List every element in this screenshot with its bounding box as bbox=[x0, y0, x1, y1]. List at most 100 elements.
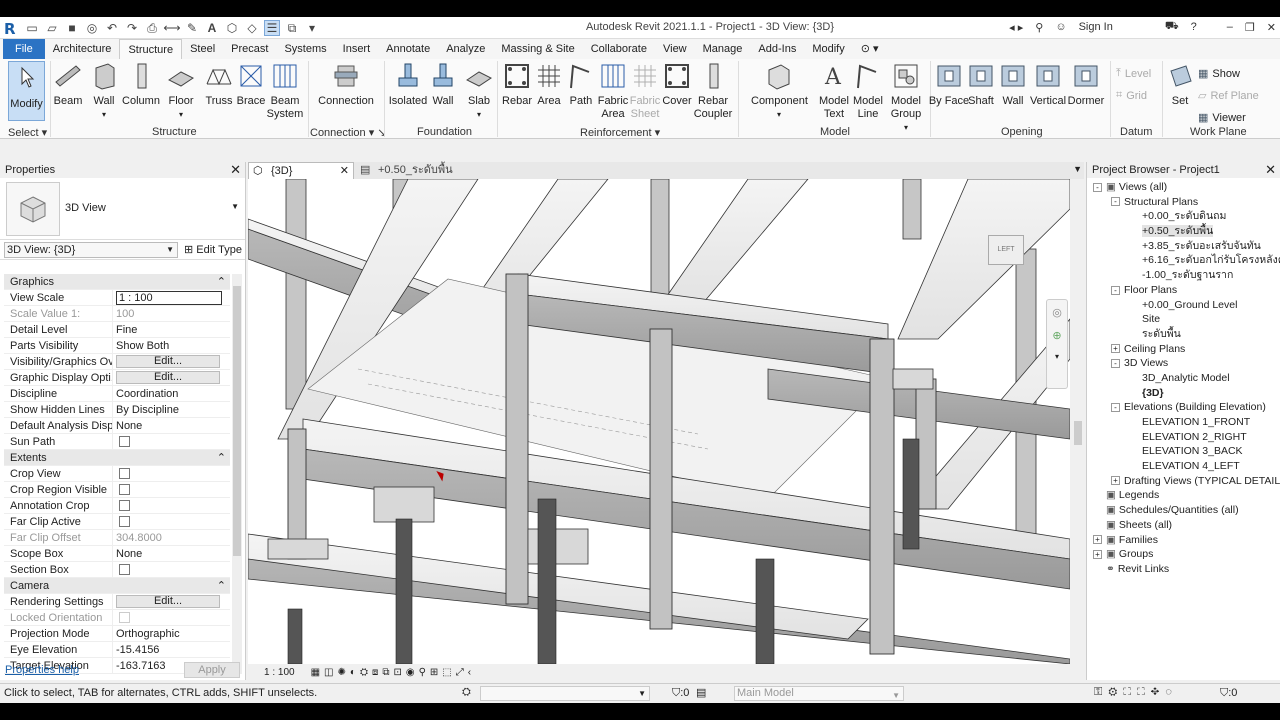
expand-icon[interactable]: + bbox=[1111, 344, 1120, 354]
property-value[interactable]: Coordination bbox=[116, 388, 178, 400]
tree-item[interactable]: 3D_Analytic Model bbox=[1087, 371, 1277, 386]
dormer-button[interactable]: Dormer bbox=[1064, 61, 1108, 108]
section-graphics[interactable]: Graphics ⌃ bbox=[4, 274, 230, 290]
design-option-dropdown[interactable]: Main Model ▼ bbox=[734, 686, 904, 701]
checkbox[interactable] bbox=[119, 436, 130, 447]
modify-button[interactable]: Modify bbox=[8, 61, 45, 121]
shadows-icon[interactable]: ◐ bbox=[350, 667, 356, 678]
tab-architecture[interactable]: Architecture bbox=[45, 39, 120, 59]
property-value[interactable]: None bbox=[116, 548, 142, 560]
user-icon[interactable]: ☺ bbox=[1055, 21, 1066, 33]
tab-systems[interactable]: Systems bbox=[276, 39, 334, 59]
tree-item[interactable]: +0.00_ระดับดินถม bbox=[1087, 209, 1277, 224]
collapse-icon[interactable]: - bbox=[1093, 182, 1102, 192]
tree-item[interactable]: ▣ Schedules/Quantities (all) bbox=[1087, 503, 1277, 518]
connection-button[interactable]: Connection bbox=[318, 61, 374, 108]
edit-button[interactable]: Edit... bbox=[116, 355, 220, 368]
tab-plan[interactable]: ▤ +0.50_ระดับพื้น bbox=[356, 162, 506, 179]
tree-item[interactable]: +3.85_ระดับอะเสรับจันทัน bbox=[1087, 239, 1277, 254]
tab-steel[interactable]: Steel bbox=[182, 39, 223, 59]
undo-icon[interactable]: ↶ bbox=[104, 20, 120, 36]
contextual-tab-icon[interactable]: ⊙ ▾ bbox=[853, 39, 887, 59]
show-crop-icon[interactable]: ⧉ bbox=[382, 667, 389, 678]
type-selector[interactable]: 3D View ▼ bbox=[0, 178, 245, 240]
tab-modify[interactable]: Modify bbox=[804, 39, 852, 59]
grid-button[interactable]: ⌗ Grid bbox=[1116, 89, 1147, 102]
expand-icon[interactable]: + bbox=[1093, 535, 1102, 545]
collapse-icon[interactable]: ⌃ bbox=[204, 274, 230, 289]
tree-item[interactable]: -1.00_ระดับฐานราก bbox=[1087, 268, 1277, 283]
tree-item[interactable]: ระดับพื้น bbox=[1087, 327, 1277, 342]
property-value[interactable]: None bbox=[116, 420, 142, 432]
chevron-down-icon[interactable]: ▾ bbox=[159, 108, 203, 121]
property-value[interactable]: -163.7163 bbox=[116, 660, 166, 672]
collapse-icon[interactable]: - bbox=[1111, 403, 1120, 413]
edit-type-button[interactable]: ⊞ Edit Type bbox=[184, 243, 242, 256]
design-options-icon[interactable]: ▤ bbox=[696, 686, 706, 699]
save-icon[interactable]: ■ bbox=[64, 20, 80, 36]
tree-item[interactable]: +6.16_ระดับอกไก่รับโครงหลังคา bbox=[1087, 253, 1280, 268]
component-button[interactable]: Component ▾ bbox=[751, 61, 808, 121]
measure-icon[interactable]: ⟷ bbox=[163, 20, 180, 36]
tree-item[interactable]: {3D} bbox=[1087, 386, 1277, 401]
detail-level-icon[interactable]: ▦ bbox=[311, 667, 320, 678]
viewer-button[interactable]: ▦ Viewer bbox=[1198, 111, 1246, 125]
3d-viewport[interactable] bbox=[248, 179, 1070, 664]
edit-button[interactable]: Edit... bbox=[116, 371, 220, 384]
checkbox[interactable] bbox=[119, 500, 130, 511]
selection-toggles[interactable]: ⚿⚙⛶⛶✥◌ bbox=[1094, 686, 1178, 699]
collapse-icon[interactable]: ⌃ bbox=[204, 450, 230, 465]
cart-icon[interactable]: ⛟ bbox=[1165, 20, 1179, 34]
tree-item[interactable]: + Ceiling Plans bbox=[1087, 342, 1277, 357]
tree-item[interactable]: ELEVATION 4_LEFT bbox=[1087, 459, 1277, 474]
close-tab-icon[interactable]: ✕ bbox=[340, 163, 349, 180]
temp-hide-icon[interactable]: ◉ bbox=[406, 667, 415, 678]
tree-item[interactable]: ⚭ Revit Links bbox=[1087, 562, 1277, 577]
tab-massing-site[interactable]: Massing & Site bbox=[493, 39, 582, 59]
section-icon[interactable]: ◇ bbox=[244, 20, 260, 36]
rendering-icon[interactable]: ⛭ bbox=[360, 667, 368, 678]
rebar-coupler-button[interactable]: Rebar Coupler bbox=[691, 61, 735, 121]
home-icon[interactable]: ▭ bbox=[24, 20, 40, 36]
column-button[interactable]: Column bbox=[119, 61, 163, 108]
tag-icon[interactable]: ✎ bbox=[184, 20, 200, 36]
ref-plane-button[interactable]: ▱ Ref Plane bbox=[1198, 89, 1259, 103]
tree-item[interactable]: - Elevations (Building Elevation) bbox=[1087, 400, 1277, 415]
3d-view-icon[interactable]: ⬡ bbox=[224, 20, 240, 36]
property-value[interactable]: Orthographic bbox=[116, 628, 180, 640]
edit-button[interactable]: Edit... bbox=[116, 595, 220, 608]
checkbox[interactable] bbox=[119, 516, 130, 527]
property-value[interactable]: By Discipline bbox=[116, 404, 179, 416]
sun-path-icon[interactable]: ✺ bbox=[338, 667, 346, 678]
filter-icon[interactable]: ⛉ bbox=[672, 687, 680, 699]
navigation-bar[interactable]: ◎ ⊕ ▾ bbox=[1046, 299, 1068, 389]
checkbox[interactable] bbox=[119, 564, 130, 575]
qat-dropdown-icon[interactable]: ▾ bbox=[304, 20, 320, 36]
apply-button[interactable]: Apply bbox=[184, 662, 240, 678]
analytical-icon[interactable]: ⬚ bbox=[442, 667, 451, 678]
zoom-icon[interactable]: ⊕ bbox=[1047, 329, 1067, 342]
view-instance-dropdown[interactable]: 3D View: {3D} ▼ bbox=[4, 242, 178, 258]
workset-dropdown[interactable]: ▼ bbox=[480, 686, 650, 701]
thin-lines-icon[interactable]: ☰ bbox=[264, 20, 280, 36]
section-extents[interactable]: Extents ⌃ bbox=[4, 450, 230, 466]
tree-item[interactable]: -3D Views bbox=[1087, 356, 1277, 371]
connection-group-label[interactable]: Connection ▾ ↘ bbox=[310, 126, 387, 139]
tree-item[interactable]: + ▣ Groups bbox=[1087, 547, 1277, 562]
visual-style-icon[interactable]: ◫ bbox=[324, 667, 333, 678]
properties-help-link[interactable]: Properties help bbox=[5, 664, 79, 676]
text-icon[interactable]: A bbox=[204, 20, 220, 36]
close-browser-icon[interactable]: ✕ bbox=[1265, 162, 1276, 178]
tree-item[interactable]: ELEVATION 2_RIGHT bbox=[1087, 430, 1277, 445]
sign-in-link[interactable]: Sign In bbox=[1079, 21, 1113, 33]
selection-filter-icon[interactable]: ⛉ bbox=[1220, 687, 1228, 699]
worksets-icon[interactable]: ⛭ bbox=[462, 686, 471, 699]
tab-precast[interactable]: Precast bbox=[223, 39, 276, 59]
nav-dropdown-icon[interactable]: ▾ bbox=[1047, 352, 1067, 361]
beam-system-button[interactable]: Beam System bbox=[263, 61, 307, 121]
tab-view[interactable]: View bbox=[655, 39, 695, 59]
view-cube[interactable]: LEFT bbox=[988, 235, 1024, 265]
model-group-button[interactable]: Model Group ▾ bbox=[884, 61, 928, 134]
scroll-left-icon[interactable]: ‹ bbox=[468, 667, 471, 678]
steering-wheel-icon[interactable]: ◎ bbox=[1047, 306, 1067, 319]
